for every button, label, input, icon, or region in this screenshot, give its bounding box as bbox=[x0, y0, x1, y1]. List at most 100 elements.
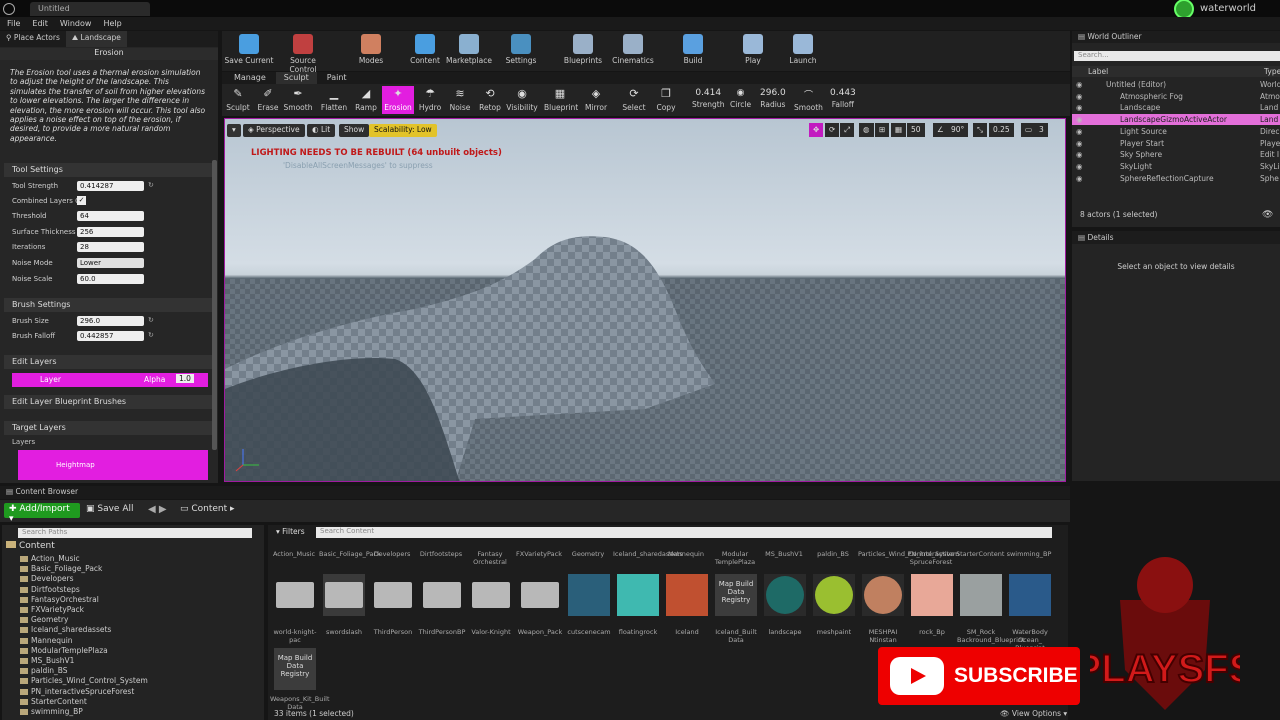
visibility-eye-icon[interactable]: ◉ bbox=[1076, 127, 1083, 136]
subscribe-button[interactable]: SUBSCRIBE bbox=[878, 647, 1080, 705]
toolbar-button[interactable]: Settings bbox=[496, 31, 546, 71]
outliner-row[interactable]: ◉ Light Source Direc bbox=[1072, 126, 1280, 137]
asset-thumb[interactable] bbox=[568, 574, 610, 616]
breadcrumb[interactable]: ▭ Content ▸ bbox=[180, 504, 235, 514]
camera-speed-value[interactable]: 3 bbox=[1035, 123, 1048, 137]
sculpt-tool-mirror[interactable]: ◈ Mirror bbox=[580, 86, 612, 112]
scalability-badge[interactable]: Scalability: Low bbox=[369, 124, 437, 137]
outliner-row[interactable]: ◉ Atmospheric Fog Atmo bbox=[1072, 91, 1280, 102]
asset-thumb[interactable] bbox=[519, 574, 561, 616]
scale-snap-icon[interactable]: ⤡ bbox=[973, 123, 987, 137]
angle-size-value[interactable]: 90° bbox=[947, 123, 969, 137]
sculpt-tool-erosion[interactable]: ✦ Erosion bbox=[382, 86, 414, 114]
menu-edit[interactable]: Edit bbox=[32, 19, 48, 28]
asset-thumb[interactable] bbox=[764, 574, 806, 616]
menu-help[interactable]: Help bbox=[103, 19, 121, 28]
menu-window[interactable]: Window bbox=[60, 19, 92, 28]
toolbar-button[interactable]: Marketplace bbox=[444, 31, 494, 71]
asset-thumb[interactable] bbox=[666, 574, 708, 616]
camera-speed-icon[interactable]: ▭ bbox=[1021, 123, 1037, 137]
toolbar-button[interactable]: Source Control bbox=[278, 31, 328, 74]
brush-size-input[interactable]: 296.0 bbox=[77, 316, 144, 326]
folder-item[interactable]: Iceland_sharedassets bbox=[20, 625, 111, 635]
sculpt-tool-smooth[interactable]: ✒ Smooth bbox=[282, 86, 314, 112]
folder-root[interactable]: Content bbox=[6, 541, 55, 551]
tool-strength-input[interactable]: 0.414287 bbox=[77, 181, 144, 191]
threshold-input[interactable]: 64 bbox=[77, 211, 144, 221]
transform-rotate-icon[interactable]: ⟳ bbox=[825, 123, 840, 137]
outliner-search[interactable]: Search... bbox=[1074, 51, 1280, 61]
brush-settings-header[interactable]: Brush Settings bbox=[4, 298, 214, 312]
sculpt-tool-select[interactable]: ⟳ Select bbox=[618, 86, 650, 112]
content-browser-tab[interactable]: ▤ Content Browser bbox=[0, 486, 1070, 499]
asset-thumb[interactable] bbox=[911, 574, 953, 616]
folder-item[interactable]: MS_BushV1 bbox=[20, 656, 74, 666]
folder-item[interactable]: Particles_Wind_Control_System bbox=[20, 676, 148, 686]
tab-place-actors[interactable]: ⚲ Place Actors bbox=[0, 31, 66, 47]
asset-thumb[interactable] bbox=[323, 574, 365, 616]
tab-paint[interactable]: Paint bbox=[319, 72, 355, 84]
noise-scale-input[interactable]: 60.0 bbox=[77, 274, 144, 284]
asset-thumb[interactable] bbox=[813, 574, 855, 616]
heightmap-layer[interactable]: Heightmap bbox=[18, 450, 208, 480]
layer-row[interactable]: Layer Alpha 1.0 bbox=[12, 373, 208, 387]
sculpt-tool-erase[interactable]: ✐ Erase bbox=[252, 86, 284, 112]
menu-file[interactable]: File bbox=[7, 19, 20, 28]
sculpt-tool-ramp[interactable]: ◢ Ramp bbox=[350, 86, 382, 112]
asset-thumb[interactable] bbox=[960, 574, 1002, 616]
iterations-input[interactable]: 28 bbox=[77, 242, 144, 252]
scale-size-value[interactable]: 0.25 bbox=[989, 123, 1014, 137]
visibility-eye-icon[interactable]: ◉ bbox=[1076, 92, 1083, 101]
tool-settings-header[interactable]: Tool Settings bbox=[4, 163, 214, 177]
world-local-icon[interactable]: ◍ bbox=[859, 123, 874, 137]
asset-thumb[interactable] bbox=[617, 574, 659, 616]
visibility-eye-icon[interactable]: ◉ bbox=[1076, 139, 1083, 148]
toolbar-button[interactable]: Launch bbox=[778, 31, 828, 71]
outliner-row[interactable]: ◉ Player Start Playe bbox=[1072, 138, 1280, 149]
asset-thumb[interactable] bbox=[372, 574, 414, 616]
column-label[interactable]: Label bbox=[1088, 67, 1108, 76]
surface-snap-icon[interactable]: ⊞ bbox=[875, 123, 890, 137]
history-arrows-icon[interactable]: ◀ ▶ bbox=[148, 504, 167, 515]
column-type[interactable]: Type bbox=[1264, 67, 1280, 76]
asset-thumb[interactable] bbox=[862, 574, 904, 616]
toolbar-button[interactable]: Play bbox=[728, 31, 778, 71]
reset-icon[interactable]: ↻ bbox=[148, 181, 154, 189]
folder-item[interactable]: ModularTemplePlaza bbox=[20, 646, 108, 656]
visibility-eye-icon[interactable]: ◉ bbox=[1076, 150, 1083, 159]
visibility-eye-icon[interactable]: ◉ bbox=[1076, 80, 1083, 89]
folder-item[interactable]: FantasyOrchestral bbox=[20, 595, 99, 605]
lit-button[interactable]: ◐ Lit bbox=[307, 124, 336, 137]
asset-thumb[interactable]: Map Build Data Registry bbox=[274, 648, 316, 690]
toolbar-button[interactable]: Modes bbox=[346, 31, 396, 71]
asset-thumb[interactable] bbox=[470, 574, 512, 616]
sculpt-tool-flatten[interactable]: ▁ Flatten bbox=[318, 86, 350, 112]
tab-sculpt[interactable]: Sculpt bbox=[275, 72, 317, 84]
reset-icon[interactable]: ↻ bbox=[148, 316, 154, 324]
folder-item[interactable]: Geometry bbox=[20, 615, 68, 625]
tab-landscape[interactable]: ⛰ Landscape bbox=[65, 31, 127, 47]
outliner-row[interactable]: ◉ Untitled (Editor) World bbox=[1072, 79, 1280, 90]
outliner-row[interactable]: ◉ Landscape Land bbox=[1072, 102, 1280, 113]
outliner-row[interactable]: ◉ Sky Sphere Edit I bbox=[1072, 149, 1280, 160]
add-import-button[interactable]: ✚ Add/Import ▾ bbox=[4, 503, 80, 524]
asset-thumb[interactable]: Map Build Data Registry bbox=[715, 574, 757, 616]
view-options-button[interactable]: 👁 View Options ▾ bbox=[1000, 709, 1067, 718]
sculpt-tool-sculpt[interactable]: ✎ Sculpt bbox=[222, 86, 254, 112]
combined-layers-checkbox[interactable]: ✓ bbox=[77, 196, 86, 205]
brush-setting[interactable]: 0.414 Strength bbox=[692, 88, 724, 109]
folder-item[interactable]: Dirtfootsteps bbox=[20, 585, 80, 595]
transform-scale-icon[interactable]: ⤢ bbox=[840, 123, 854, 137]
sculpt-tool-copy[interactable]: ❐ Copy bbox=[650, 86, 682, 112]
visibility-eye-icon[interactable]: ◉ bbox=[1076, 174, 1083, 183]
surface-thickness-input[interactable]: 256 bbox=[77, 227, 144, 237]
visibility-eye-icon[interactable]: ◉ bbox=[1076, 115, 1083, 124]
view-options-eye-icon[interactable]: 👁 bbox=[1262, 210, 1273, 220]
search-content-input[interactable]: Search Content bbox=[316, 527, 1052, 538]
visibility-eye-icon[interactable]: ◉ bbox=[1076, 103, 1083, 112]
visibility-eye-icon[interactable]: ◉ bbox=[1076, 162, 1083, 171]
asset-thumb[interactable] bbox=[1009, 574, 1051, 616]
outliner-row[interactable]: ◉ SphereReflectionCapture Sphe bbox=[1072, 173, 1280, 184]
toolbar-button[interactable]: Cinematics bbox=[608, 31, 658, 71]
level-tab[interactable]: Untitled bbox=[30, 2, 150, 16]
